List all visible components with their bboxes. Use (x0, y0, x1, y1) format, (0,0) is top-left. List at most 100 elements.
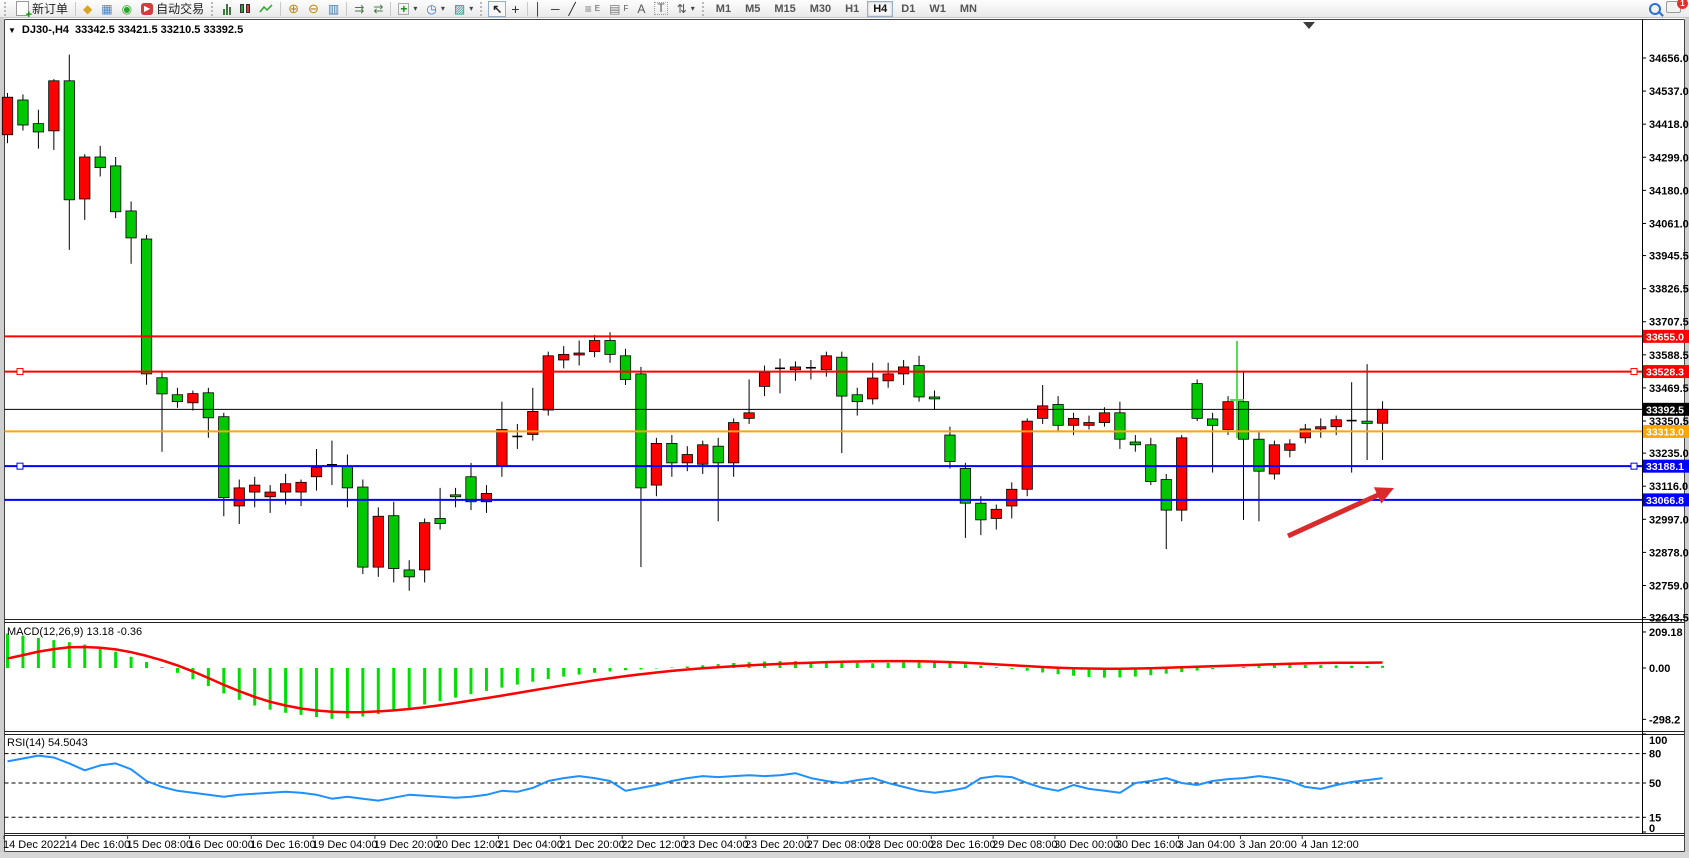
timeframe-bar: M1M5M15M30H1H4D1W1MN (710, 1, 983, 17)
line-handle[interactable] (17, 463, 23, 469)
line-handle[interactable] (1631, 463, 1637, 469)
rsi-axis-label: 100 (1649, 735, 1667, 747)
candle-body (1115, 413, 1125, 439)
candle-body (389, 516, 399, 569)
toolbar-grip[interactable] (4, 2, 9, 16)
bar-chart-mode-button[interactable] (219, 1, 235, 17)
notification-count-badge: 1 (1677, 0, 1688, 9)
candle-body (945, 435, 955, 461)
candle-body (1269, 445, 1279, 474)
price-line-badge-text: 33313.0 (1646, 426, 1684, 438)
notifications-button[interactable]: 1 (1666, 1, 1681, 16)
text-label-tool-button[interactable]: T (650, 1, 671, 17)
arrows-tool-button[interactable]: ⇅ ▾ (673, 1, 699, 17)
time-tick-label: 19 Dec 04:00 (312, 839, 377, 851)
timeframe-d1-button[interactable]: D1 (895, 1, 921, 17)
toolbar-grip[interactable] (211, 2, 216, 16)
window-bottom-edge (0, 852, 1689, 858)
timeframe-m15-button[interactable]: M15 (768, 1, 801, 17)
equidistant-channel-icon: ≡ (585, 2, 592, 16)
candle-body (342, 466, 352, 488)
candle-body (1053, 404, 1063, 425)
trendline-tool-button[interactable]: ╱ (565, 1, 580, 17)
fibonacci-tool-button[interactable]: ▤ F (605, 1, 632, 17)
candlestick-mode-button[interactable] (236, 1, 254, 17)
candle-body (1285, 444, 1295, 450)
line-chart-icon (259, 3, 273, 15)
crosshair-tool-button[interactable]: + (507, 1, 523, 17)
vertical-line-tool-button[interactable]: │ (531, 1, 547, 17)
line-chart-mode-button[interactable] (255, 1, 277, 17)
new-order-label: 新订单 (32, 0, 68, 17)
time-tick-label: 16 Dec 00:00 (188, 839, 253, 851)
toolbar-grip[interactable] (702, 2, 707, 16)
metaeditor-icon: ◆ (83, 2, 92, 16)
price-tick-label: 33469.5 (1649, 383, 1689, 395)
collapse-ohlc-toggle[interactable]: ▼ (8, 26, 16, 35)
separator (390, 2, 391, 16)
macd-axis-label: 0.00 (1649, 663, 1670, 675)
timeframe-h1-button[interactable]: H1 (839, 1, 865, 17)
candle-body (497, 429, 507, 465)
candle-body (868, 378, 878, 399)
periods-button[interactable]: ◷ ▾ (422, 1, 449, 17)
zoom-out-button[interactable]: ⊖ (304, 1, 323, 17)
timeframe-m1-button[interactable]: M1 (710, 1, 737, 17)
auto-scroll-icon: ⇄ (373, 2, 383, 16)
price-line-badge-text: 33392.5 (1646, 404, 1684, 416)
new-order-button[interactable]: 新订单 (12, 1, 72, 17)
price-tick-label: 32759.0 (1649, 580, 1689, 592)
tile-windows-button[interactable]: ▥ (324, 1, 343, 17)
price-line-badge-text: 33066.8 (1646, 495, 1684, 507)
cursor-tool-button[interactable]: ↖ (488, 1, 506, 17)
time-tick-label: 27 Dec 08:00 (807, 839, 872, 851)
zoom-in-button[interactable]: ⊕ (284, 1, 303, 17)
window-left-edge (0, 18, 4, 858)
text-tool-button[interactable]: A (633, 1, 649, 17)
auto-trading-button[interactable]: ▶ 自动交易 (137, 1, 208, 17)
window-right-edge (1685, 18, 1689, 858)
price-tick-label: 34418.0 (1649, 119, 1689, 131)
candle-body (95, 157, 105, 168)
timeframe-m5-button[interactable]: M5 (739, 1, 766, 17)
timeframe-h4-button[interactable]: H4 (867, 1, 893, 17)
timeframe-w1-button[interactable]: W1 (923, 1, 952, 17)
price-tick-label: 34299.0 (1649, 152, 1689, 164)
price-tick-label: 33116.0 (1649, 481, 1688, 493)
candle-body (821, 356, 831, 370)
signals-button[interactable]: ◉ (118, 1, 136, 17)
equidistant-channel-tool-button[interactable]: ≡ E (581, 1, 604, 17)
candle-body (651, 443, 661, 485)
candle-body (1362, 421, 1372, 423)
candle-body (373, 516, 383, 567)
channel-sub-label: E (595, 4, 600, 13)
price-line-badge-text: 33188.1 (1646, 461, 1684, 473)
templates-button[interactable]: ▨ ▾ (450, 1, 477, 17)
price-tick-label: 32643.5 (1649, 613, 1689, 625)
line-handle[interactable] (1631, 369, 1637, 375)
candle-body (234, 488, 244, 506)
candle-body (605, 341, 615, 355)
candle-body (250, 485, 260, 492)
metaeditor-button[interactable]: ◆ (79, 1, 96, 17)
chart-shift-icon: ⇉ (354, 2, 364, 16)
time-tick-label: 4 Jan 12:00 (1301, 839, 1359, 851)
timeframe-mn-button[interactable]: MN (954, 1, 983, 17)
time-tick-label: 22 Dec 12:00 (621, 839, 686, 851)
market-watch-button[interactable]: ▦ (97, 1, 116, 17)
candle-body (1146, 445, 1156, 482)
indicators-button[interactable]: + ▾ (394, 1, 421, 17)
horizontal-line-tool-button[interactable]: ─ (547, 1, 564, 17)
candle-body (1331, 420, 1341, 427)
auto-scroll-button[interactable]: ⇄ (369, 1, 387, 17)
signals-icon: ◉ (122, 2, 132, 16)
timeframe-m30-button[interactable]: M30 (804, 1, 837, 17)
line-handle[interactable] (17, 369, 23, 375)
chart-shift-button[interactable]: ⇉ (350, 1, 368, 17)
chart-canvas[interactable]: 33655.033528.333392.533313.033188.133066… (0, 0, 1689, 858)
candle-body (667, 443, 677, 462)
toolbar-grip[interactable] (480, 2, 485, 16)
text-tool-icon: A (637, 2, 645, 16)
candle-body (219, 417, 229, 498)
search-button[interactable] (1645, 1, 1665, 17)
